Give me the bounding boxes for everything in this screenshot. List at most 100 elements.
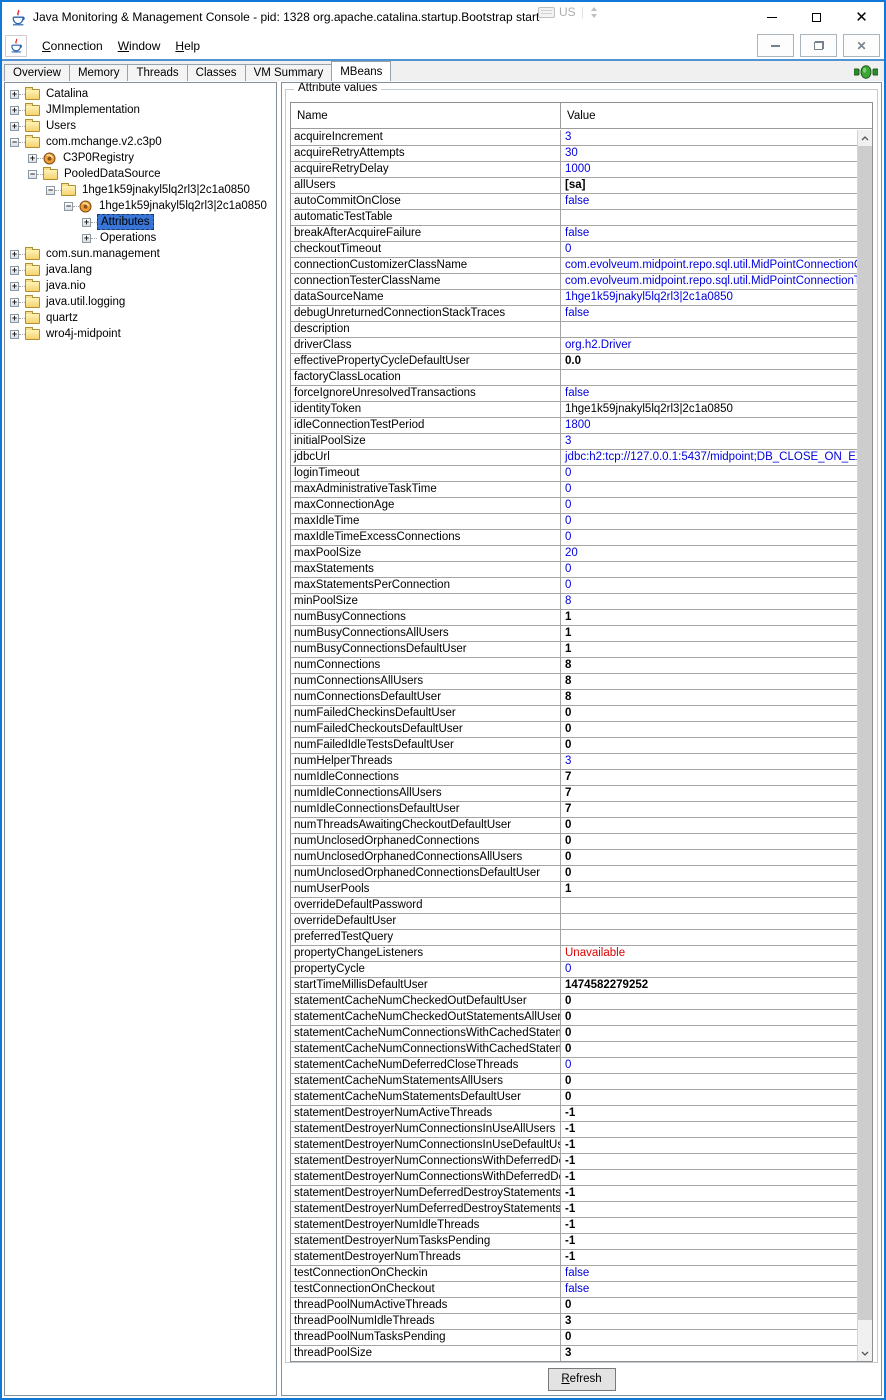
attribute-name-cell[interactable]: connectionCustomizerClassName xyxy=(291,258,561,273)
attribute-name-cell[interactable]: minPoolSize xyxy=(291,594,561,609)
attribute-row[interactable]: initialPoolSize3 xyxy=(291,434,857,450)
tree-item-label[interactable]: Catalina xyxy=(43,87,91,101)
attribute-name-cell[interactable]: automaticTestTable xyxy=(291,210,561,225)
attribute-row[interactable]: propertyCycle0 xyxy=(291,962,857,978)
attribute-name-cell[interactable]: numConnectionsAllUsers xyxy=(291,674,561,689)
attribute-row[interactable]: effectivePropertyCycleDefaultUser0.0 xyxy=(291,354,857,370)
attribute-name-cell[interactable]: breakAfterAcquireFailure xyxy=(291,226,561,241)
attribute-row[interactable]: numFailedCheckoutsDefaultUser0 xyxy=(291,722,857,738)
attribute-value-cell[interactable]: 8 xyxy=(561,690,857,705)
attribute-name-cell[interactable]: startTimeMillisDefaultUser xyxy=(291,978,561,993)
attribute-value-cell[interactable]: 3 xyxy=(561,1314,857,1329)
collapse-icon[interactable]: − xyxy=(64,202,73,211)
collapse-icon[interactable]: − xyxy=(28,170,37,179)
minimize-button[interactable] xyxy=(749,2,794,32)
attribute-row[interactable]: statementDestroyerNumActiveThreads-1 xyxy=(291,1106,857,1122)
attribute-value-cell[interactable]: false xyxy=(561,1282,857,1297)
attribute-name-cell[interactable]: acquireRetryDelay xyxy=(291,162,561,177)
attribute-row[interactable]: loginTimeout0 xyxy=(291,466,857,482)
attribute-value-cell[interactable]: 7 xyxy=(561,802,857,817)
attribute-name-cell[interactable]: effectivePropertyCycleDefaultUser xyxy=(291,354,561,369)
attribute-row[interactable]: numBusyConnectionsAllUsers1 xyxy=(291,626,857,642)
attribute-name-cell[interactable]: maxAdministrativeTaskTime xyxy=(291,482,561,497)
attribute-name-cell[interactable]: description xyxy=(291,322,561,337)
attribute-value-cell[interactable]: -1 xyxy=(561,1234,857,1249)
attribute-row[interactable]: statementDestroyerNumIdleThreads-1 xyxy=(291,1218,857,1234)
attribute-name-cell[interactable]: statementCacheNumConnectionsWithCachedSt… xyxy=(291,1026,561,1041)
attribute-name-cell[interactable]: dataSourceName xyxy=(291,290,561,305)
attribute-value-cell[interactable]: 3 xyxy=(561,1346,857,1361)
attribute-row[interactable]: debugUnreturnedConnectionStackTracesfals… xyxy=(291,306,857,322)
attribute-row[interactable]: statementCacheNumDeferredCloseThreads0 xyxy=(291,1058,857,1074)
attribute-name-cell[interactable]: driverClass xyxy=(291,338,561,353)
attribute-value-cell[interactable]: -1 xyxy=(561,1250,857,1265)
attribute-name-cell[interactable]: numUnclosedOrphanedConnections xyxy=(291,834,561,849)
attribute-value-cell[interactable]: -1 xyxy=(561,1106,857,1121)
attribute-name-cell[interactable]: statementDestroyerNumConnectionsWithDefe… xyxy=(291,1154,561,1169)
attribute-name-cell[interactable]: autoCommitOnClose xyxy=(291,194,561,209)
attribute-value-cell[interactable]: 0 xyxy=(561,1298,857,1313)
attribute-name-cell[interactable]: threadPoolSize xyxy=(291,1346,561,1361)
attribute-name-cell[interactable]: threadPoolNumTasksPending xyxy=(291,1330,561,1345)
attribute-name-cell[interactable]: maxStatementsPerConnection xyxy=(291,578,561,593)
attribute-row[interactable]: identityToken1hge1k59jnakyl5lq2rl3|2c1a0… xyxy=(291,402,857,418)
maximize-button[interactable] xyxy=(794,2,839,32)
attribute-row[interactable]: statementDestroyerNumDeferredDestroyStat… xyxy=(291,1202,857,1218)
attribute-row[interactable]: connectionTesterClassNamecom.evolveum.mi… xyxy=(291,274,857,290)
attribute-value-cell[interactable]: -1 xyxy=(561,1202,857,1217)
menu-help[interactable]: Help xyxy=(175,39,200,53)
attribute-name-cell[interactable]: maxIdleTime xyxy=(291,514,561,529)
attribute-row[interactable]: maxIdleTime0 xyxy=(291,514,857,530)
attribute-value-cell[interactable] xyxy=(561,930,857,945)
attribute-row[interactable]: maxStatementsPerConnection0 xyxy=(291,578,857,594)
tree-item-label[interactable]: com.sun.management xyxy=(43,247,163,261)
attribute-row[interactable]: numBusyConnections1 xyxy=(291,610,857,626)
expand-icon[interactable]: + xyxy=(10,314,19,323)
attribute-name-cell[interactable]: numThreadsAwaitingCheckoutDefaultUser xyxy=(291,818,561,833)
attribute-row[interactable]: breakAfterAcquireFailurefalse xyxy=(291,226,857,242)
attribute-value-cell[interactable]: false xyxy=(561,1266,857,1281)
attribute-name-cell[interactable]: statementCacheNumCheckedOutStatementsAll… xyxy=(291,1010,561,1025)
attribute-name-cell[interactable]: numIdleConnectionsDefaultUser xyxy=(291,802,561,817)
tab-classes[interactable]: Classes xyxy=(187,64,246,81)
attribute-name-cell[interactable]: numIdleConnections xyxy=(291,770,561,785)
tab-overview[interactable]: Overview xyxy=(4,64,70,81)
column-header-value[interactable]: Value xyxy=(561,103,872,128)
expand-icon[interactable]: + xyxy=(10,106,19,115)
attribute-name-cell[interactable]: threadPoolNumIdleThreads xyxy=(291,1314,561,1329)
attribute-value-cell[interactable]: 0 xyxy=(561,530,857,545)
attribute-value-cell[interactable]: 3 xyxy=(561,130,857,145)
tree-item-label[interactable]: Users xyxy=(43,119,79,133)
attribute-name-cell[interactable]: maxIdleTimeExcessConnections xyxy=(291,530,561,545)
attribute-value-cell[interactable]: org.h2.Driver xyxy=(561,338,857,353)
scroll-up-button[interactable] xyxy=(858,130,872,146)
attribute-row[interactable]: statementDestroyerNumConnectionsInUseAll… xyxy=(291,1122,857,1138)
attribute-name-cell[interactable]: allUsers xyxy=(291,178,561,193)
attribute-value-cell[interactable]: jdbc:h2:tcp://127.0.0.1:5437/midpoint;DB… xyxy=(561,450,857,465)
attribute-name-cell[interactable]: testConnectionOnCheckout xyxy=(291,1282,561,1297)
attribute-name-cell[interactable]: idleConnectionTestPeriod xyxy=(291,418,561,433)
tree-item-label[interactable]: C3P0Registry xyxy=(60,151,137,165)
attribute-value-cell[interactable]: -1 xyxy=(561,1170,857,1185)
attribute-row[interactable]: maxPoolSize20 xyxy=(291,546,857,562)
attribute-row[interactable]: propertyChangeListenersUnavailable xyxy=(291,946,857,962)
attribute-value-cell[interactable]: 0 xyxy=(561,1042,857,1057)
attribute-row[interactable]: numFailedIdleTestsDefaultUser0 xyxy=(291,738,857,754)
attribute-row[interactable]: jdbcUrljdbc:h2:tcp://127.0.0.1:5437/midp… xyxy=(291,450,857,466)
attribute-name-cell[interactable]: maxStatements xyxy=(291,562,561,577)
attribute-row[interactable]: statementCacheNumCheckedOutDefaultUser0 xyxy=(291,994,857,1010)
attribute-value-cell[interactable]: 0 xyxy=(561,242,857,257)
attribute-value-cell[interactable]: 7 xyxy=(561,786,857,801)
attribute-name-cell[interactable]: statementDestroyerNumConnectionsInUseDef… xyxy=(291,1138,561,1153)
expand-icon[interactable]: + xyxy=(10,330,19,339)
column-header-name[interactable]: Name xyxy=(291,103,561,128)
attribute-value-cell[interactable]: 0 xyxy=(561,514,857,529)
expand-icon[interactable]: + xyxy=(82,218,91,227)
attribute-row[interactable]: statementDestroyerNumTasksPending-1 xyxy=(291,1234,857,1250)
attribute-value-cell[interactable]: 8 xyxy=(561,658,857,673)
attribute-name-cell[interactable]: numBusyConnections xyxy=(291,610,561,625)
attribute-row[interactable]: statementDestroyerNumConnectionsInUseDef… xyxy=(291,1138,857,1154)
attribute-value-cell[interactable]: false xyxy=(561,226,857,241)
attribute-value-cell[interactable]: 1 xyxy=(561,626,857,641)
expand-icon[interactable]: + xyxy=(10,266,19,275)
